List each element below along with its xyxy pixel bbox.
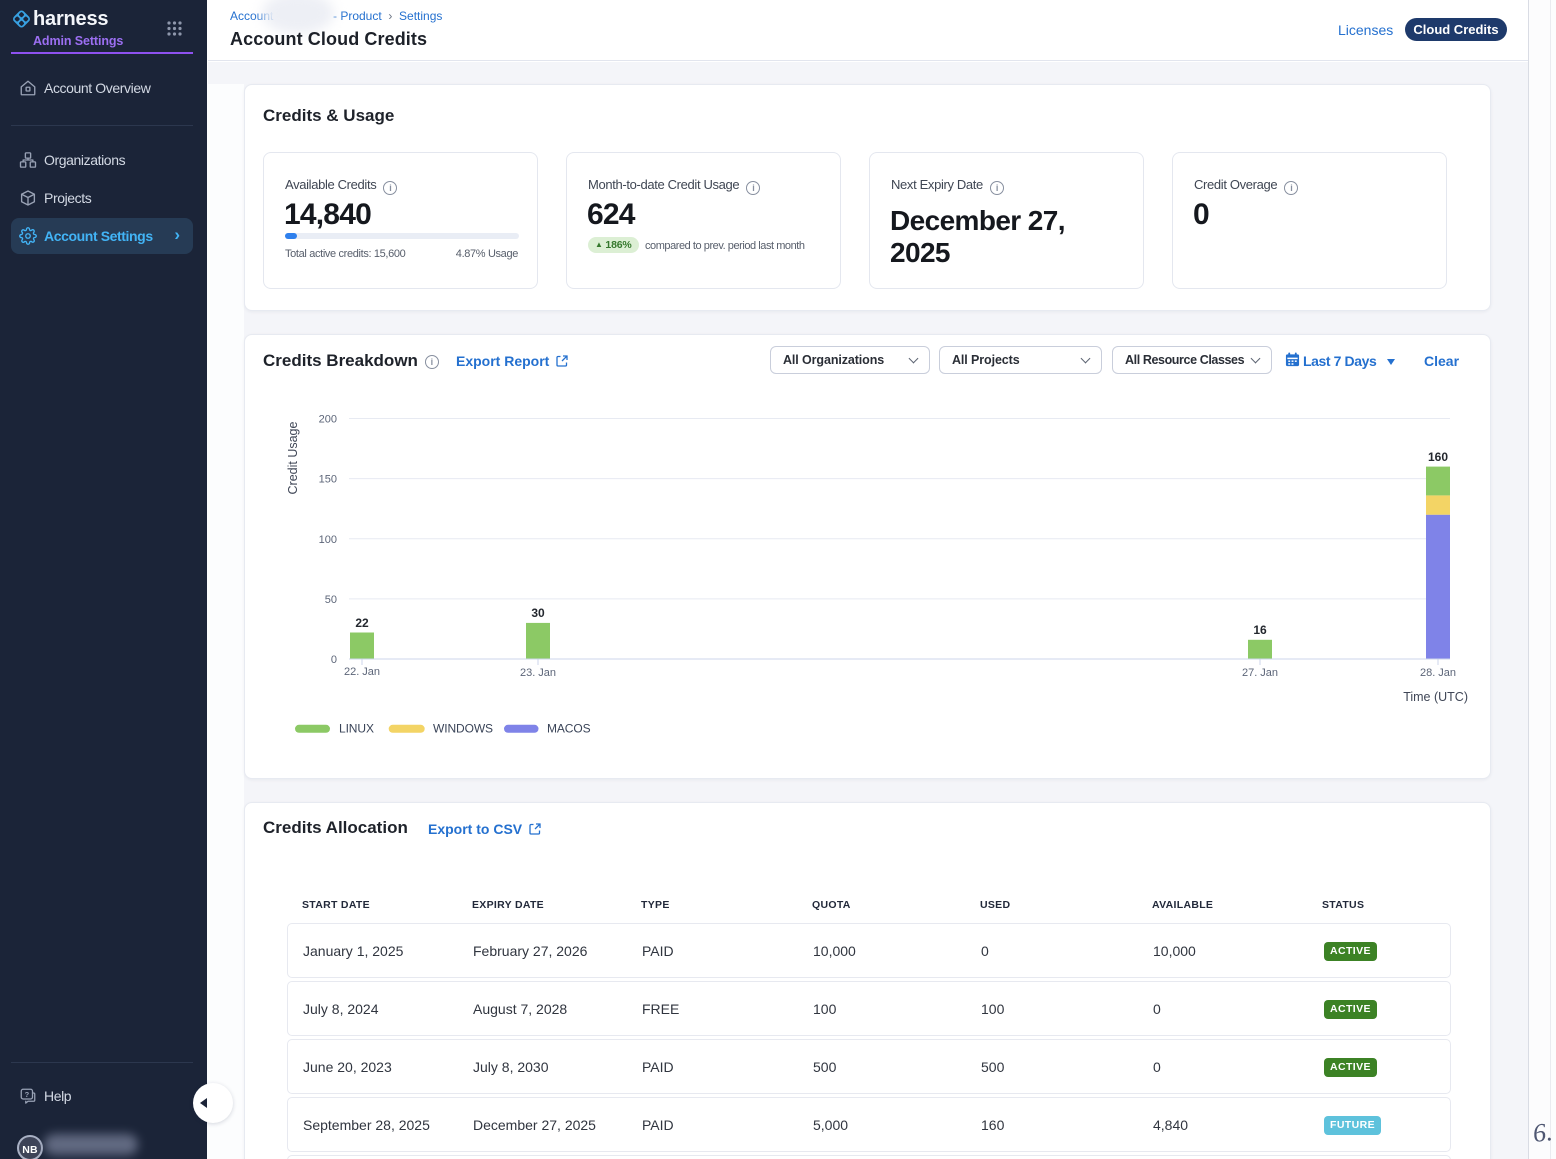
svg-text:50: 50 [325, 594, 337, 606]
svg-text:Credit Usage: Credit Usage [286, 421, 300, 494]
svg-text:16: 16 [1253, 623, 1267, 637]
svg-text:Time (UTC): Time (UTC) [1403, 690, 1468, 704]
svg-text:LINUX: LINUX [339, 722, 374, 736]
svg-text:27. Jan: 27. Jan [1242, 667, 1278, 679]
svg-text:23. Jan: 23. Jan [520, 667, 556, 679]
svg-text:200: 200 [319, 414, 337, 426]
svg-text:0: 0 [331, 654, 337, 666]
svg-text:30: 30 [531, 606, 545, 620]
svg-text:160: 160 [1428, 450, 1448, 464]
svg-text:?: ? [25, 1090, 30, 1099]
svg-text:100: 100 [319, 534, 337, 546]
svg-text:MACOS: MACOS [547, 722, 591, 736]
svg-text:150: 150 [319, 474, 337, 486]
svg-text:28. Jan: 28. Jan [1420, 667, 1456, 679]
svg-text:22. Jan: 22. Jan [344, 666, 380, 678]
svg-text:22: 22 [355, 616, 369, 630]
svg-text:WINDOWS: WINDOWS [433, 722, 493, 736]
